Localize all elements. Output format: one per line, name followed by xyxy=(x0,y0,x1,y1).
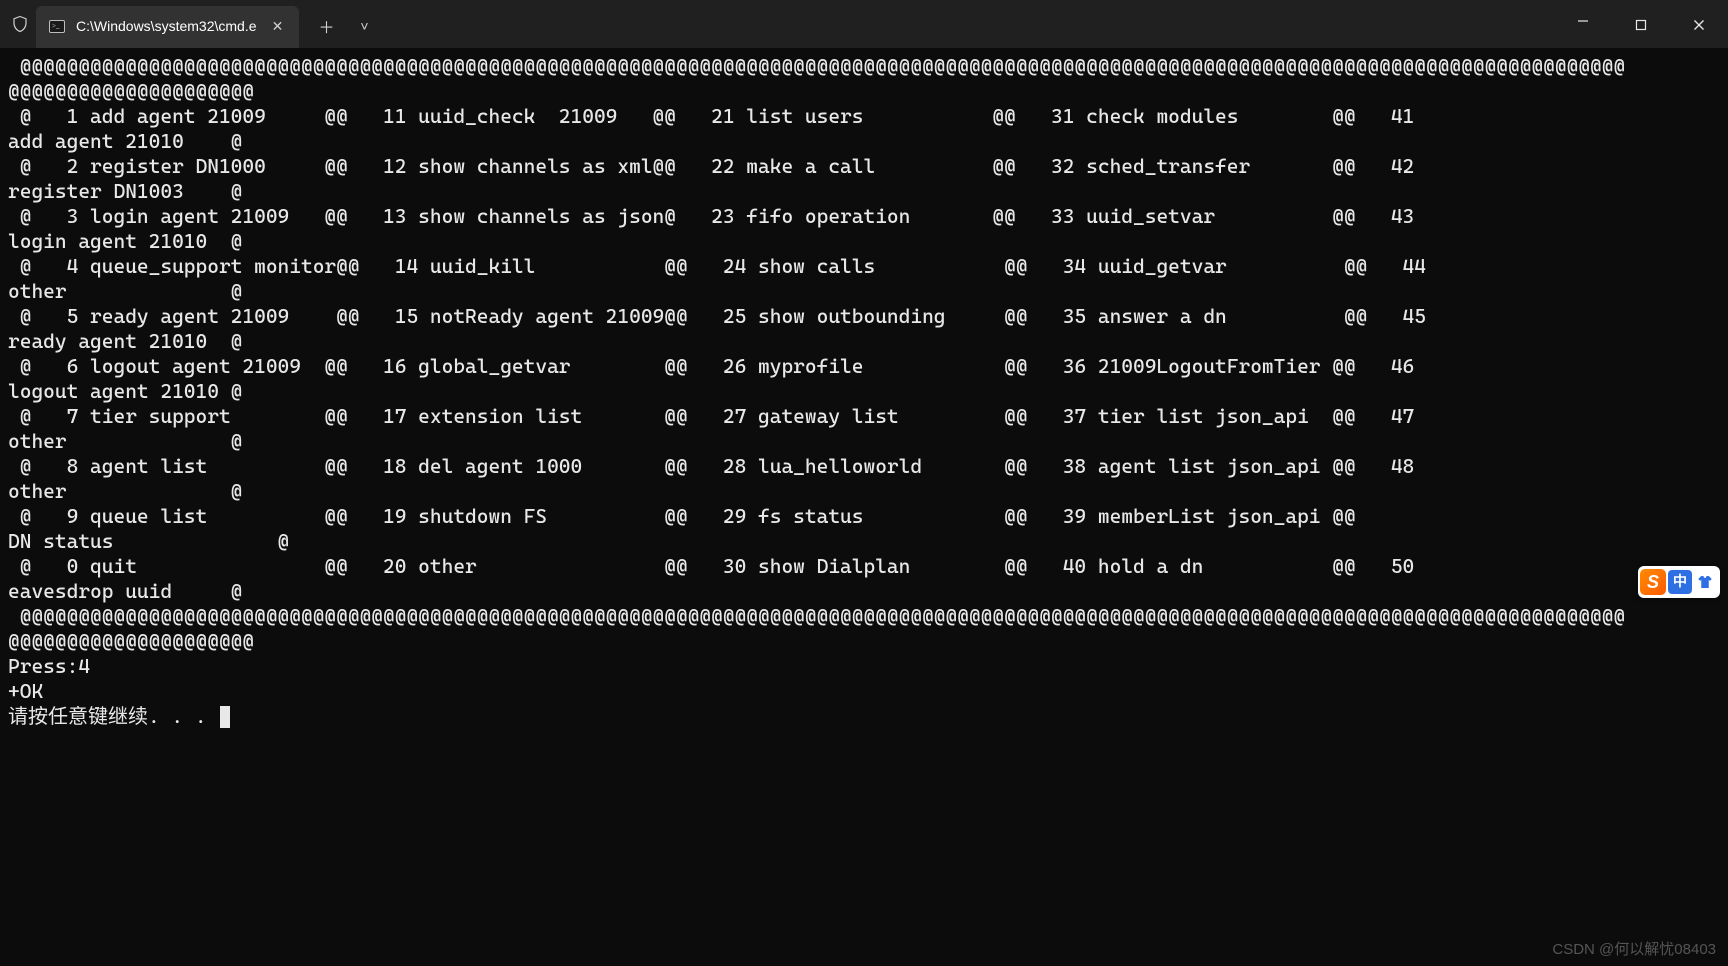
svg-text:>_: >_ xyxy=(52,22,60,30)
tab-actions: ＋ ˅ xyxy=(303,0,383,48)
terminal-output[interactable]: @@@@@@@@@@@@@@@@@@@@@ @@@@@@@@@@@@@@@@@@@… xyxy=(0,48,1728,966)
tab-dropdown-button[interactable]: ˅ xyxy=(347,12,383,44)
menu-rows: @ 1 add agent 21009 @@ 11 uuid_check 210… xyxy=(8,104,1426,603)
close-button[interactable] xyxy=(1670,0,1728,48)
tab-cmd[interactable]: >_ C:\Windows\system32\cmd.e ✕ xyxy=(36,6,299,48)
chevron-down-icon: ˅ xyxy=(360,19,368,37)
maximize-button[interactable] xyxy=(1612,0,1670,48)
ime-skin-icon[interactable] xyxy=(1694,571,1716,593)
ime-widget[interactable]: S 中 xyxy=(1638,566,1720,598)
minimize-button[interactable] xyxy=(1554,0,1612,48)
ime-logo-icon: S xyxy=(1640,569,1666,595)
titlebar: >_ C:\Windows\system32\cmd.e ✕ ＋ ˅ xyxy=(0,0,1728,48)
close-icon xyxy=(1693,12,1705,37)
border-line: @@@@@@@@@@@@@@@@@@@@@ xyxy=(8,79,254,103)
titlebar-drag-region[interactable] xyxy=(383,0,1555,48)
new-tab-button[interactable]: ＋ xyxy=(309,12,345,44)
continue-line: 请按任意键继续. . . xyxy=(8,704,218,728)
window-controls xyxy=(1554,0,1728,48)
press-line: Press:4 xyxy=(8,654,90,678)
shield-icon xyxy=(10,14,30,34)
cmd-icon: >_ xyxy=(48,18,66,36)
border-line: @@@@@@@@@@@@@@@@@@@@@@@@@@@@@@@@@@@@@@@@… xyxy=(8,604,1625,628)
minimize-icon xyxy=(1577,15,1589,33)
maximize-icon xyxy=(1635,12,1647,37)
plus-icon: ＋ xyxy=(318,18,334,38)
tab-title: C:\Windows\system32\cmd.e xyxy=(76,18,257,36)
titlebar-left: >_ C:\Windows\system32\cmd.e ✕ xyxy=(0,0,303,48)
ime-language-badge[interactable]: 中 xyxy=(1668,570,1692,594)
cursor xyxy=(220,706,230,728)
ok-line: +OK xyxy=(8,679,43,703)
border-line: @@@@@@@@@@@@@@@@@@@@@ xyxy=(8,629,254,653)
border-line: @@@@@@@@@@@@@@@@@@@@@@@@@@@@@@@@@@@@@@@@… xyxy=(8,54,1625,78)
tab-close-button[interactable]: ✕ xyxy=(267,16,289,38)
watermark: CSDN @何以解忧08403 xyxy=(1552,941,1716,960)
